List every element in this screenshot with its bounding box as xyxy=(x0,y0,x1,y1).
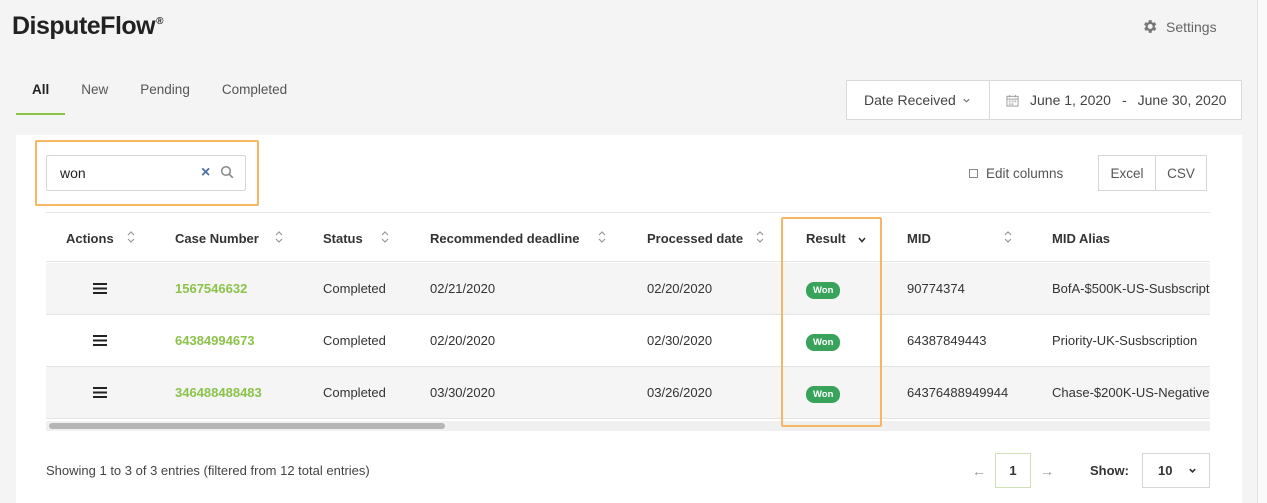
pagination: ← 1 → xyxy=(970,453,1056,488)
mid-cell: 64387849443 xyxy=(907,333,987,348)
column-header-mid[interactable]: MID xyxy=(907,231,931,246)
mid-cell: 64376488949944 xyxy=(907,385,1009,400)
mid-cell: 90774374 xyxy=(907,281,965,296)
table-row: 346488488483 Completed 03/30/2020 03/26/… xyxy=(46,367,1210,419)
status-cell: Completed xyxy=(323,281,386,296)
date-end: June 30, 2020 xyxy=(1137,92,1227,108)
app-logo: DisputeFlow® xyxy=(12,12,163,41)
table-header: Actions Case Number Status Recommended d… xyxy=(46,212,1210,262)
status-tabs: All New Pending Completed xyxy=(16,70,303,115)
column-header-actions[interactable]: Actions xyxy=(66,231,114,246)
mid-alias-cell: Chase-$200K-US-Negative xyxy=(1052,385,1210,400)
search-highlight xyxy=(35,140,259,206)
case-number-link[interactable]: 64384994673 xyxy=(175,333,255,348)
menu-icon[interactable] xyxy=(93,283,107,294)
checkbox-icon xyxy=(969,169,978,178)
scrollbar-thumb[interactable] xyxy=(49,423,445,429)
sort-icon[interactable] xyxy=(756,230,764,244)
result-column-highlight xyxy=(781,217,882,427)
settings-button[interactable]: Settings xyxy=(1141,18,1217,35)
status-cell: Completed xyxy=(323,333,386,348)
date-type-dropdown[interactable]: Date Received xyxy=(847,81,990,119)
tab-completed[interactable]: Completed xyxy=(206,70,303,115)
tab-all[interactable]: All xyxy=(16,70,66,115)
registered-mark: ® xyxy=(156,16,163,27)
processed-date-cell: 02/20/2020 xyxy=(647,281,713,296)
menu-icon[interactable] xyxy=(93,335,107,346)
chevron-down-icon xyxy=(1189,468,1197,473)
table-row: 1567546632 Completed 02/21/2020 02/20/20… xyxy=(46,263,1210,315)
mid-alias-cell: BofA-$500K-US-Susbscript xyxy=(1052,281,1210,296)
export-buttons: Excel CSV xyxy=(1098,155,1207,191)
deadline-cell: 02/21/2020 xyxy=(430,281,496,296)
deadline-cell: 03/30/2020 xyxy=(430,385,496,400)
settings-label: Settings xyxy=(1166,18,1217,35)
mid-alias-cell: Priority-UK-Susbscription xyxy=(1052,333,1198,348)
column-header-processed-date[interactable]: Processed date xyxy=(647,231,743,246)
excel-button[interactable]: Excel xyxy=(1099,156,1155,190)
processed-date-cell: 02/30/2020 xyxy=(647,333,713,348)
horizontal-scrollbar[interactable] xyxy=(46,421,1210,431)
sort-icon[interactable] xyxy=(275,230,283,244)
edit-columns-button[interactable]: Edit columns xyxy=(969,166,1063,181)
table-row: 64384994673 Completed 02/20/2020 02/30/2… xyxy=(46,315,1210,367)
show-label: Show: xyxy=(1090,463,1129,478)
page-size-select[interactable]: 10 xyxy=(1142,453,1210,488)
gear-icon xyxy=(1144,20,1157,33)
processed-date-cell: 03/26/2020 xyxy=(647,385,713,400)
sort-icon[interactable] xyxy=(1004,230,1012,244)
page-scrollbar[interactable] xyxy=(1257,0,1267,503)
deadline-cell: 02/20/2020 xyxy=(430,333,496,348)
menu-icon[interactable] xyxy=(93,387,107,398)
date-separator: - xyxy=(1121,92,1127,108)
sort-icon[interactable] xyxy=(598,230,606,244)
date-filter: Date Received June 1, 2020 - June 30, 20… xyxy=(846,80,1242,120)
csv-button[interactable]: CSV xyxy=(1155,156,1206,190)
status-cell: Completed xyxy=(323,385,386,400)
edit-columns-label: Edit columns xyxy=(986,166,1064,181)
date-type-label: Date Received xyxy=(864,92,956,108)
tab-new[interactable]: New xyxy=(65,70,124,115)
column-header-recommended-deadline[interactable]: Recommended deadline xyxy=(430,231,580,246)
cases-table: Actions Case Number Status Recommended d… xyxy=(46,212,1210,432)
tab-pending[interactable]: Pending xyxy=(124,70,206,115)
case-number-link[interactable]: 346488488483 xyxy=(175,385,262,400)
sort-icon[interactable] xyxy=(381,230,389,244)
column-header-case-number[interactable]: Case Number xyxy=(175,231,259,246)
sort-icon[interactable] xyxy=(127,230,135,244)
page-size-value: 10 xyxy=(1158,463,1173,478)
entries-info: Showing 1 to 3 of 3 entries (filtered fr… xyxy=(46,463,370,478)
next-page-icon[interactable]: → xyxy=(1038,463,1056,479)
page-number-button[interactable]: 1 xyxy=(995,453,1031,488)
calendar-icon xyxy=(1006,94,1019,107)
column-header-mid-alias[interactable]: MID Alias xyxy=(1052,231,1110,246)
column-header-status[interactable]: Status xyxy=(323,231,363,246)
app-name: DisputeFlow xyxy=(12,12,156,40)
prev-page-icon[interactable]: ← xyxy=(970,463,988,479)
date-range-picker[interactable]: June 1, 2020 - June 30, 2020 xyxy=(990,92,1226,108)
case-number-link[interactable]: 1567546632 xyxy=(175,281,247,296)
date-start: June 1, 2020 xyxy=(1030,92,1111,108)
chevron-down-icon xyxy=(963,98,970,103)
